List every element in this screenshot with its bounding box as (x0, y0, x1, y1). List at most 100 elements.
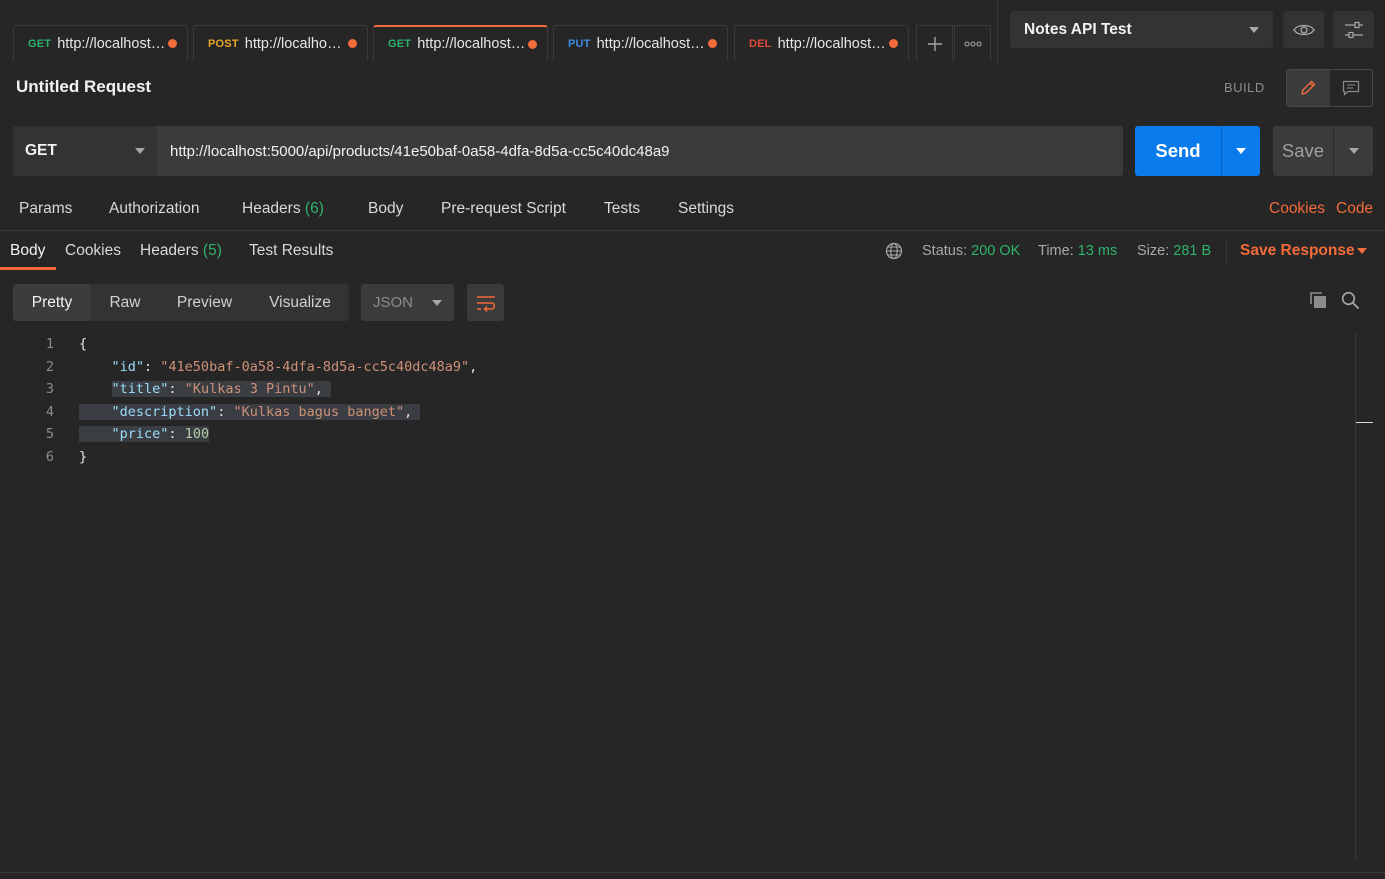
response-view-mode-group: Pretty Raw Preview Visualize (13, 284, 349, 321)
more-horizontal-icon (963, 40, 982, 47)
tab-options-button[interactable] (954, 25, 991, 61)
active-tab-indicator (0, 267, 56, 270)
request-tab-5[interactable]: DEL http://localhost:5000/api/products (734, 25, 909, 61)
json-key: "description" (111, 403, 218, 420)
code-line: 3 "title": "Kulkas 3 Pintu", (0, 378, 1355, 401)
response-status: Status: 200 OK (922, 243, 1020, 259)
request-tab-2[interactable]: POST http://localhost:5000/api/products (193, 25, 368, 61)
code-line: 1 { (0, 333, 1355, 356)
line-number: 4 (45, 403, 54, 420)
tab-method-label: PUT (568, 37, 591, 50)
json-key: "id" (111, 358, 145, 375)
mode-toggle (1286, 69, 1373, 107)
search-icon[interactable] (1341, 291, 1360, 310)
chevron-down-icon (432, 299, 442, 306)
divider (0, 872, 1385, 873)
view-preview-button[interactable]: Preview (159, 284, 250, 321)
sliders-icon (1344, 21, 1363, 38)
unsaved-dot-icon (168, 39, 177, 48)
request-tab-3-active[interactable]: GET http://localhost:5000/api/products (373, 25, 548, 61)
build-mode-label: BUILD (1224, 80, 1265, 95)
chevron-down-icon (1348, 148, 1359, 154)
response-tab-headers[interactable]: Headers (5) (140, 242, 222, 260)
globe-icon[interactable] (885, 242, 903, 260)
comments-button[interactable] (1330, 70, 1373, 106)
headers-count-badge: (6) (304, 200, 324, 217)
view-visualize-button[interactable]: Visualize (253, 284, 347, 321)
save-options-button[interactable] (1333, 126, 1373, 176)
tab-headers-label: Headers (242, 200, 301, 217)
size-label: Size: (1137, 243, 1170, 259)
plus-icon (927, 36, 942, 51)
wrap-lines-button[interactable] (467, 284, 504, 321)
environment-select[interactable]: Notes API Test (1010, 11, 1273, 48)
tab-url-label: http://localhost:5000/api/products (244, 35, 346, 52)
request-tab-1[interactable]: GET http://localhost:5000/api/products (13, 25, 188, 61)
line-number: 1 (45, 336, 54, 353)
tab-method-label: GET (28, 37, 52, 50)
request-title[interactable]: Untitled Request (16, 77, 151, 97)
chevron-down-icon (1236, 148, 1246, 154)
pencil-icon (1301, 80, 1316, 95)
chevron-down-icon (135, 148, 145, 154)
method-value: GET (25, 142, 57, 159)
json-key: "title" (111, 381, 169, 398)
code-text: "id": "41e50baf-0a58-4dfa-8d5a-cc5c40dc4… (111, 358, 478, 375)
response-tab-test-results[interactable]: Test Results (249, 242, 333, 260)
view-pretty-button[interactable]: Pretty (13, 284, 91, 321)
tab-params[interactable]: Params (19, 200, 72, 218)
response-tab-body[interactable]: Body (10, 242, 45, 260)
new-tab-button[interactable] (916, 25, 953, 61)
tab-url-label: http://localhost:5000/api/products (417, 36, 526, 52)
code-link[interactable]: Code (1336, 200, 1373, 218)
edit-mode-button[interactable] (1287, 70, 1330, 106)
send-options-button[interactable] (1221, 126, 1260, 176)
tab-url-label: http://localhost:5000/api/products (777, 35, 887, 52)
send-button[interactable]: Send (1135, 126, 1221, 176)
tab-method-label: POST (208, 37, 239, 50)
code-text: { (79, 336, 87, 352)
url-input[interactable] (157, 126, 1123, 176)
chevron-down-icon[interactable] (1357, 248, 1367, 254)
code-text: "price": 100 (79, 426, 210, 443)
save-button[interactable]: Save (1273, 126, 1333, 176)
tab-pre-request-script[interactable]: Pre-request Script (441, 200, 566, 218)
scroll-position-marker (1356, 422, 1373, 423)
response-headers-count-badge: (5) (202, 242, 222, 259)
size-value: 281 B (1173, 243, 1212, 259)
environment-quick-look-button[interactable] (1283, 11, 1324, 48)
status-value: 200 OK (971, 243, 1021, 259)
tab-body[interactable]: Body (368, 200, 403, 218)
tab-authorization[interactable]: Authorization (109, 200, 199, 218)
json-string-value: "Kulkas 3 Pintu" (184, 381, 315, 398)
unsaved-dot-icon (708, 39, 717, 48)
response-format-select[interactable]: JSON (361, 284, 454, 321)
line-number: 5 (45, 426, 54, 443)
tab-headers[interactable]: Headers (6) (242, 200, 324, 218)
response-size: Size: 281 B (1137, 243, 1211, 259)
divider (1226, 240, 1227, 262)
tab-method-label: GET (388, 38, 412, 50)
json-number-value: 100 (184, 426, 210, 443)
code-line: 2 "id": "41e50baf-0a58-4dfa-8d5a-cc5c40d… (0, 356, 1355, 379)
view-raw-button[interactable]: Raw (93, 284, 157, 321)
code-text: } (79, 449, 87, 465)
request-tab-4[interactable]: PUT http://localhost:5000/api/products (553, 25, 728, 61)
method-select[interactable]: GET (13, 126, 157, 176)
cookies-link[interactable]: Cookies (1269, 200, 1325, 218)
tab-tests[interactable]: Tests (604, 200, 640, 218)
copy-icon[interactable] (1309, 291, 1328, 310)
line-number: 3 (45, 381, 54, 398)
save-response-button[interactable]: Save Response (1240, 242, 1355, 260)
time-label: Time: (1038, 243, 1074, 259)
tab-settings[interactable]: Settings (678, 200, 734, 218)
divider (997, 0, 998, 62)
response-tab-cookies[interactable]: Cookies (65, 242, 121, 260)
request-tab-bar: GET http://localhost:5000/api/products P… (0, 0, 1385, 62)
manage-environments-button[interactable] (1333, 11, 1374, 48)
environment-name: Notes API Test (1024, 20, 1132, 38)
scrollbar[interactable] (1355, 333, 1356, 861)
code-text: "description": "Kulkas bagus banget", (79, 403, 421, 420)
format-value: JSON (373, 294, 414, 311)
eye-icon (1292, 24, 1315, 35)
